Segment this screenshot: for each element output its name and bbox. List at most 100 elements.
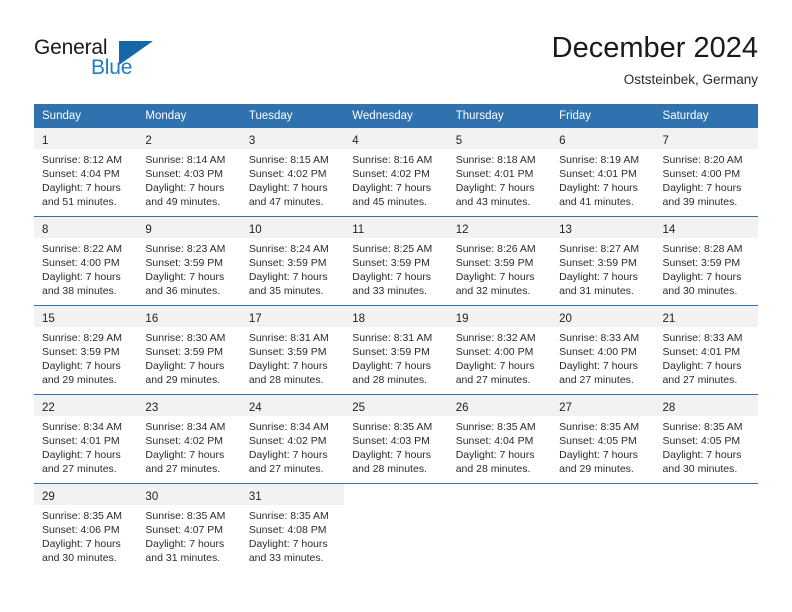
day-cell[interactable]: 26 Sunrise: 8:35 AM Sunset: 4:04 PM Dayl… [447,395,552,483]
generalblue-logo[interactable]: General Blue [34,36,164,82]
daylight-text-line2: and 49 minutes. [145,196,221,208]
daylight-text-line1: Daylight: 7 hours [42,449,121,461]
day-cell[interactable]: 3 Sunrise: 8:15 AM Sunset: 4:02 PM Dayli… [240,128,345,216]
day-cell[interactable]: 23 Sunrise: 8:34 AM Sunset: 4:02 PM Dayl… [137,395,241,483]
sunrise-text: Sunrise: 8:24 AM [248,243,329,255]
day-number: 1 [42,135,49,147]
sunset-text: Sunset: 4:02 PM [248,168,327,180]
day-cell[interactable]: 19 Sunrise: 8:32 AM Sunset: 4:00 PM Dayl… [447,306,552,394]
day-cell[interactable]: 8 Sunrise: 8:22 AM Sunset: 4:00 PM Dayli… [34,217,138,305]
sunrise-text: Sunrise: 8:34 AM [42,421,122,433]
location-subtitle: Oststeinbek, Germany [623,72,758,87]
daylight-text-line1: Daylight: 7 hours [145,182,225,194]
daylight-text-line2: and 30 minutes. [42,552,117,564]
daylight-text-line2: and 41 minutes. [559,196,634,208]
day-cell[interactable]: 25 Sunrise: 8:35 AM Sunset: 4:03 PM Dayl… [344,395,448,483]
sunrise-text: Sunrise: 8:33 AM [559,332,640,344]
sunrise-text: Sunrise: 8:35 AM [145,510,226,522]
daylight-text-line2: and 28 minutes. [248,374,324,386]
day-cell[interactable]: 15 Sunrise: 8:29 AM Sunset: 3:59 PM Dayl… [34,306,138,394]
day-number: 2 [145,135,152,147]
day-number-band: 20 [551,306,655,327]
sunrise-text: Sunrise: 8:35 AM [248,510,329,522]
daylight-text-line1: Daylight: 7 hours [248,182,328,194]
day-cell[interactable]: 9 Sunrise: 8:23 AM Sunset: 3:59 PM Dayli… [137,217,241,305]
day-number: 8 [42,224,49,236]
daylight-text-line2: and 27 minutes. [145,463,221,475]
sunset-text: Sunset: 4:05 PM [559,435,637,447]
day-number-band: 18 [344,306,448,327]
daylight-text-line1: Daylight: 7 hours [42,360,121,372]
day-cell[interactable]: 12 Sunrise: 8:26 AM Sunset: 3:59 PM Dayl… [447,217,552,305]
sunrise-text: Sunrise: 8:35 AM [42,510,122,522]
day-cell[interactable]: 14 Sunrise: 8:28 AM Sunset: 3:59 PM Dayl… [654,217,758,305]
day-number-band: 17 [240,306,345,327]
day-cell[interactable]: 24 Sunrise: 8:34 AM Sunset: 4:02 PM Dayl… [240,395,345,483]
day-cell[interactable]: 1 Sunrise: 8:12 AM Sunset: 4:04 PM Dayli… [34,128,138,216]
daylight-text-line2: and 29 minutes. [42,374,117,386]
day-info: Sunrise: 8:22 AM Sunset: 4:00 PM Dayligh… [34,238,137,304]
day-cell[interactable]: 5 Sunrise: 8:18 AM Sunset: 4:01 PM Dayli… [447,128,552,216]
day-cell[interactable]: 7 Sunrise: 8:20 AM Sunset: 4:00 PM Dayli… [654,128,758,216]
day-number-band: 3 [240,128,345,149]
day-info: Sunrise: 8:35 AM Sunset: 4:05 PM Dayligh… [655,416,758,482]
day-cell[interactable]: 20 Sunrise: 8:33 AM Sunset: 4:00 PM Dayl… [551,306,655,394]
sunrise-text: Sunrise: 8:35 AM [455,421,536,433]
day-cell[interactable]: 13 Sunrise: 8:27 AM Sunset: 3:59 PM Dayl… [551,217,655,305]
sunrise-text: Sunrise: 8:34 AM [248,421,329,433]
sunrise-text: Sunrise: 8:25 AM [352,243,433,255]
day-info: Sunrise: 8:18 AM Sunset: 4:01 PM Dayligh… [448,149,551,215]
day-cell[interactable]: 31 Sunrise: 8:35 AM Sunset: 4:08 PM Dayl… [240,484,345,572]
day-cell[interactable]: 17 Sunrise: 8:31 AM Sunset: 3:59 PM Dayl… [240,306,345,394]
daylight-text-line1: Daylight: 7 hours [455,271,535,283]
day-cell[interactable]: 10 Sunrise: 8:24 AM Sunset: 3:59 PM Dayl… [240,217,345,305]
day-cell[interactable]: 4 Sunrise: 8:16 AM Sunset: 4:02 PM Dayli… [344,128,448,216]
daylight-text-line2: and 51 minutes. [42,196,117,208]
day-info: Sunrise: 8:35 AM Sunset: 4:03 PM Dayligh… [344,416,447,482]
daylight-text-line2: and 33 minutes. [352,285,427,297]
day-number-band: 16 [137,306,241,327]
day-number-band: 7 [654,128,758,149]
sunset-text: Sunset: 4:03 PM [145,168,224,180]
daylight-text-line1: Daylight: 7 hours [42,271,121,283]
sunset-text: Sunset: 4:01 PM [455,168,534,180]
daylight-text-line1: Daylight: 7 hours [145,271,225,283]
day-cell[interactable]: 28 Sunrise: 8:35 AM Sunset: 4:05 PM Dayl… [654,395,758,483]
sunset-text: Sunset: 4:00 PM [559,346,637,358]
daylight-text-line2: and 31 minutes. [559,285,634,297]
daylight-text-line2: and 35 minutes. [248,285,324,297]
sunset-text: Sunset: 3:59 PM [248,346,327,358]
day-number: 15 [42,313,55,325]
day-cell[interactable]: 22 Sunrise: 8:34 AM Sunset: 4:01 PM Dayl… [34,395,138,483]
daylight-text-line1: Daylight: 7 hours [248,538,328,550]
day-cell[interactable]: 27 Sunrise: 8:35 AM Sunset: 4:05 PM Dayl… [551,395,655,483]
logo-text-blue: Blue [91,56,133,79]
day-info: Sunrise: 8:35 AM Sunset: 4:04 PM Dayligh… [448,416,551,482]
day-cell[interactable]: 29 Sunrise: 8:35 AM Sunset: 4:06 PM Dayl… [34,484,138,572]
day-info: Sunrise: 8:23 AM Sunset: 3:59 PM Dayligh… [137,238,240,304]
day-number: 11 [352,224,365,236]
day-info: Sunrise: 8:29 AM Sunset: 3:59 PM Dayligh… [34,327,137,393]
day-cell[interactable]: 2 Sunrise: 8:14 AM Sunset: 4:03 PM Dayli… [137,128,241,216]
day-info: Sunrise: 8:31 AM Sunset: 3:59 PM Dayligh… [344,327,447,393]
day-info: Sunrise: 8:28 AM Sunset: 3:59 PM Dayligh… [655,238,758,304]
daylight-text-line1: Daylight: 7 hours [145,449,225,461]
sunset-text: Sunset: 3:59 PM [559,257,637,269]
day-number: 25 [352,402,366,414]
day-cell[interactable]: 30 Sunrise: 8:35 AM Sunset: 4:07 PM Dayl… [137,484,241,572]
sunset-text: Sunset: 4:04 PM [455,435,534,447]
sunset-text: Sunset: 3:59 PM [145,346,224,358]
day-cell[interactable]: 18 Sunrise: 8:31 AM Sunset: 3:59 PM Dayl… [344,306,448,394]
daylight-text-line2: and 33 minutes. [248,552,324,564]
daylight-text-line1: Daylight: 7 hours [145,538,225,550]
sunset-text: Sunset: 3:59 PM [145,257,224,269]
day-cell[interactable]: 6 Sunrise: 8:19 AM Sunset: 4:01 PM Dayli… [551,128,655,216]
dow-friday: Friday [559,110,592,122]
day-cell[interactable]: 21 Sunrise: 8:33 AM Sunset: 4:01 PM Dayl… [654,306,758,394]
dow-wednesday: Wednesday [352,110,413,122]
day-number: 14 [662,224,676,236]
day-cell-empty [551,484,655,572]
day-cell[interactable]: 16 Sunrise: 8:30 AM Sunset: 3:59 PM Dayl… [137,306,241,394]
day-cell[interactable]: 11 Sunrise: 8:25 AM Sunset: 3:59 PM Dayl… [344,217,448,305]
day-number-band: 13 [551,217,655,238]
